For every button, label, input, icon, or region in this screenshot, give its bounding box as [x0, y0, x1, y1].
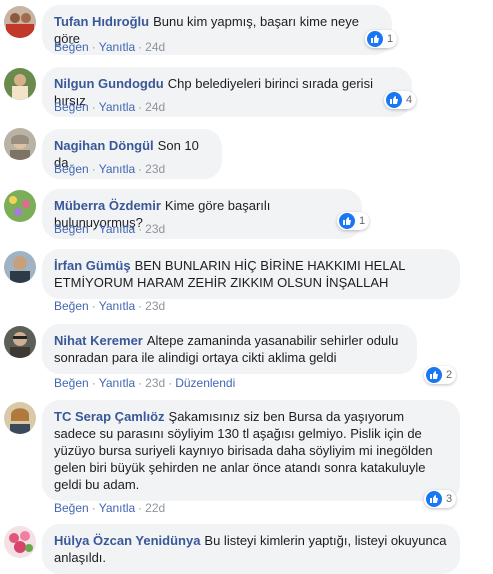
like-link[interactable]: Beğen: [54, 162, 89, 176]
like-icon: [426, 491, 442, 507]
like-link[interactable]: Beğen: [54, 376, 89, 390]
avatar[interactable]: [4, 251, 36, 283]
comment-bubble: İrfan Gümüş BEN BUNLARIN HİÇ BİRİNE HAKKI…: [42, 249, 460, 299]
avatar[interactable]: [4, 68, 36, 100]
comment-author[interactable]: Tufan Hıdıroğlu: [54, 14, 149, 29]
comment-author[interactable]: Müberra Özdemir: [54, 198, 161, 213]
comment-bubble: Hülya Özcan Yenidünya Bu listeyi kimlerin…: [42, 524, 460, 574]
comment-author[interactable]: TC Serap Çamlıöz: [54, 409, 165, 424]
comment-author[interactable]: Nagihan Döngül: [54, 138, 154, 153]
comment-actions: Beğen · Yanıtla · 24d: [54, 100, 166, 114]
like-link[interactable]: Beğen: [54, 222, 89, 236]
reply-link[interactable]: Yanıtla: [99, 376, 135, 390]
comment-actions: Beğen · Yanıtla · 24d: [54, 40, 166, 54]
like-link[interactable]: Beğen: [54, 100, 89, 114]
like-link[interactable]: Beğen: [54, 40, 89, 54]
avatar[interactable]: [4, 526, 36, 558]
comment-author[interactable]: Nilgun Gundogdu: [54, 76, 164, 91]
comment-bubble: TC Serap Çamlıöz Şakamısınız siz ben Burs…: [42, 400, 460, 501]
reaction-count[interactable]: 1: [365, 30, 398, 48]
like-link[interactable]: Beğen: [54, 501, 89, 515]
timestamp[interactable]: 24d: [145, 100, 165, 114]
comment-actions: Beğen · Yanıtla · 23d: [54, 162, 166, 176]
reply-link[interactable]: Yanıtla: [99, 501, 135, 515]
like-icon: [367, 31, 383, 47]
timestamp[interactable]: 23d: [145, 162, 165, 176]
like-link[interactable]: Beğen: [54, 299, 89, 313]
reaction-count[interactable]: 3: [424, 490, 457, 508]
timestamp[interactable]: 23d: [145, 222, 165, 236]
comment-actions: Beğen · Yanıtla · 23d: [54, 299, 166, 313]
reply-link[interactable]: Yanıtla: [99, 299, 135, 313]
timestamp[interactable]: 23d: [145, 299, 165, 313]
comment-author[interactable]: Nihat Keremer: [54, 333, 143, 348]
like-icon: [339, 213, 355, 229]
avatar[interactable]: [4, 190, 36, 222]
timestamp[interactable]: 23d: [145, 376, 165, 390]
comment-bubble: Nihat Keremer Altepe zamaninda yasanabili…: [42, 324, 417, 374]
reply-link[interactable]: Yanıtla: [99, 40, 135, 54]
reaction-count[interactable]: 2: [424, 366, 457, 384]
timestamp[interactable]: 22d: [145, 501, 165, 515]
avatar[interactable]: [4, 128, 36, 160]
comment-actions: Beğen · Yanıtla · 23d: [54, 222, 166, 236]
comment-author[interactable]: Hülya Özcan Yenidünya: [54, 533, 200, 548]
avatar[interactable]: [4, 326, 36, 358]
avatar[interactable]: [4, 6, 36, 38]
avatar[interactable]: [4, 402, 36, 434]
reaction-count[interactable]: 4: [384, 91, 417, 109]
comment-actions: Beğen · Yanıtla · 23d · Düzenlendi: [54, 376, 236, 390]
edited-link[interactable]: Düzenlendi: [175, 376, 235, 390]
comment-actions: Beğen · Yanıtla · 22d: [54, 501, 166, 515]
comment-author[interactable]: İrfan Gümüş: [54, 258, 131, 273]
like-icon: [386, 92, 402, 108]
timestamp[interactable]: 24d: [145, 40, 165, 54]
reaction-count[interactable]: 1: [337, 212, 370, 230]
reply-link[interactable]: Yanıtla: [99, 162, 135, 176]
like-icon: [426, 367, 442, 383]
reply-link[interactable]: Yanıtla: [99, 100, 135, 114]
reply-link[interactable]: Yanıtla: [99, 222, 135, 236]
